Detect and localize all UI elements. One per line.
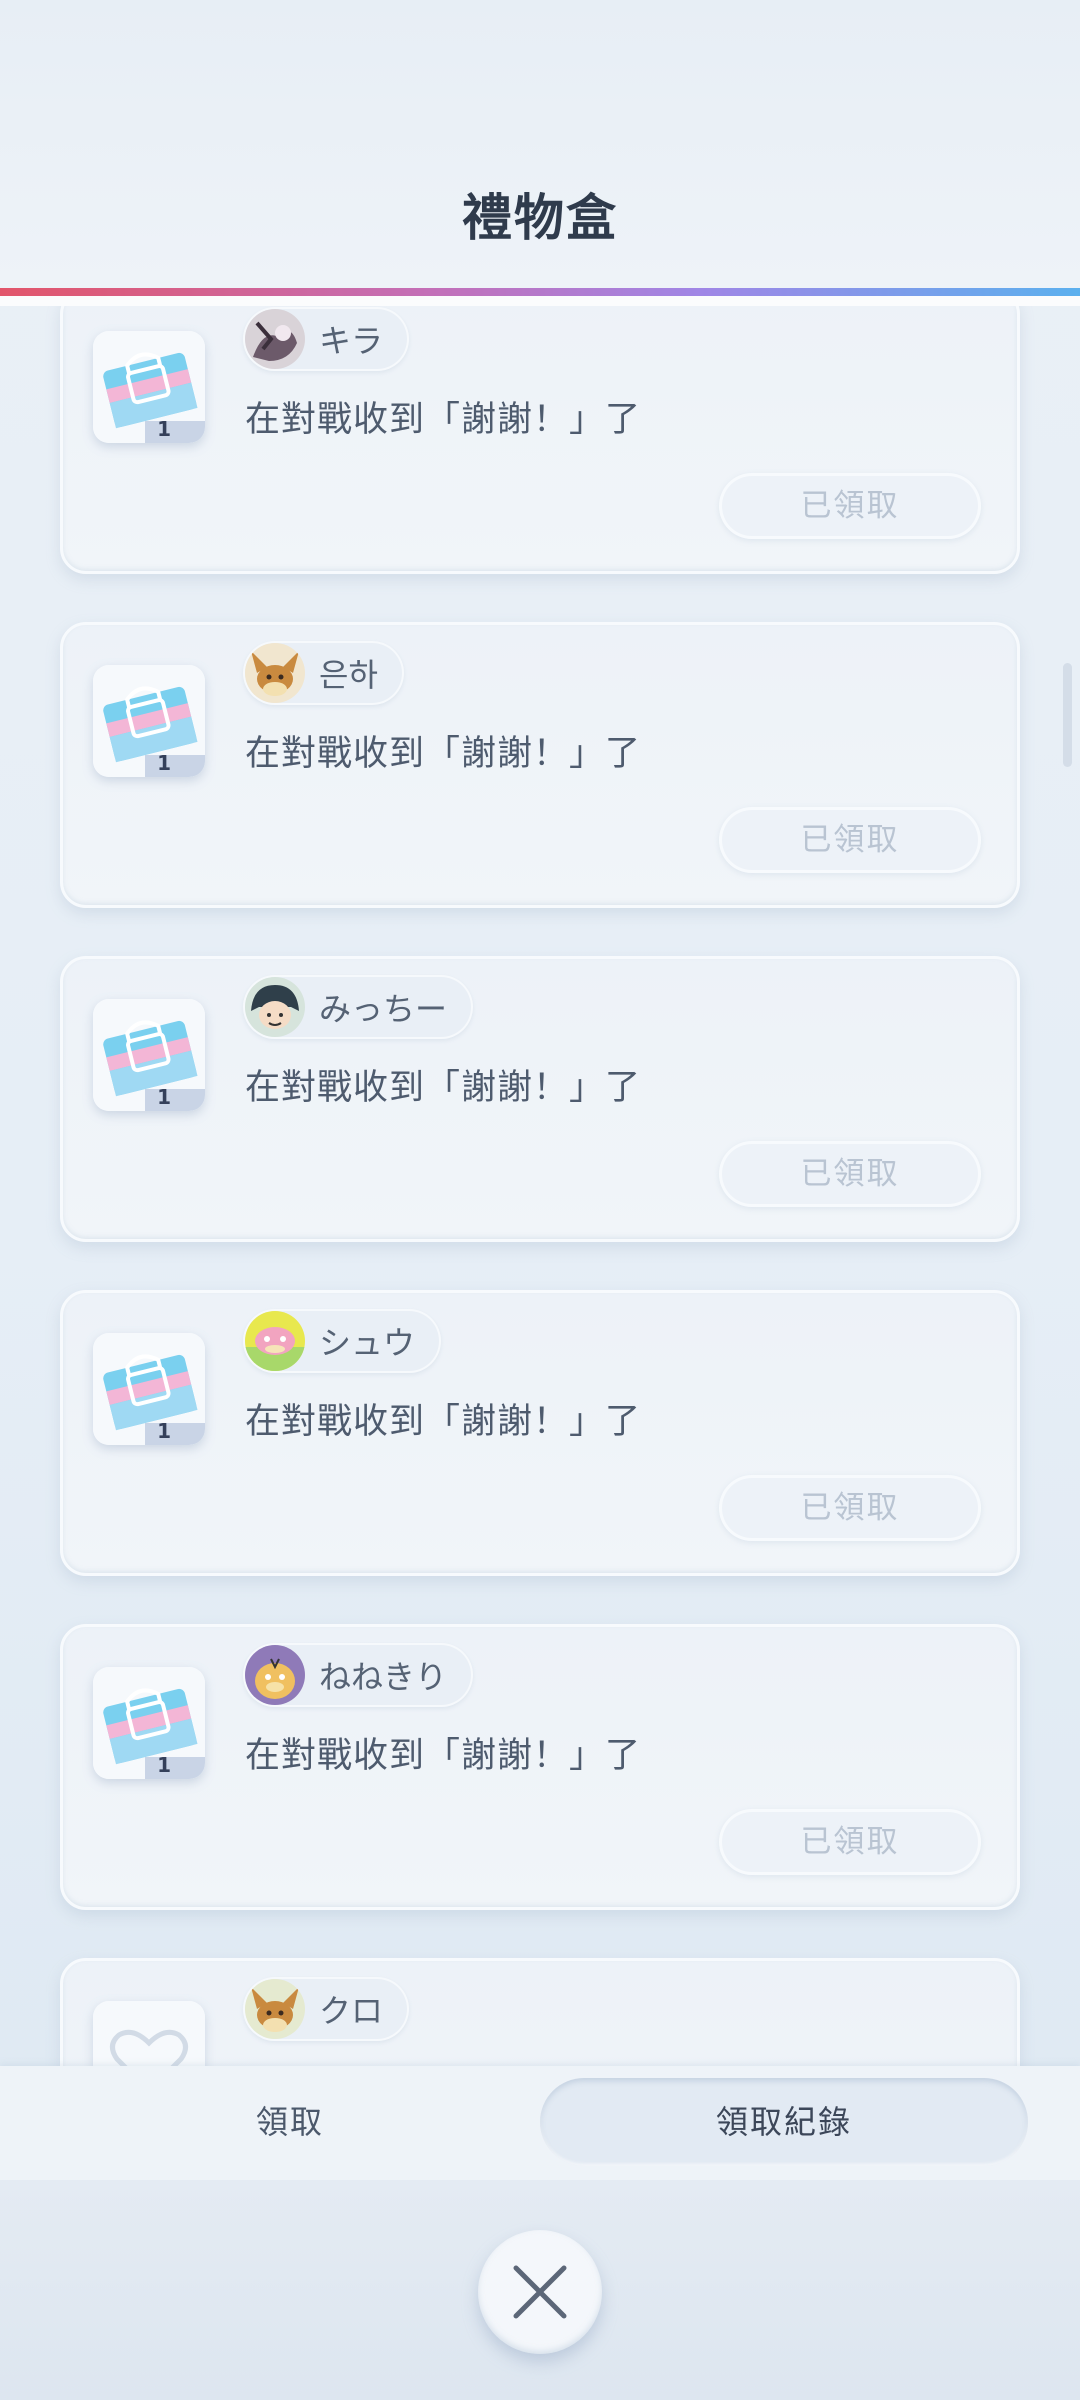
player-name: キラ: [319, 322, 384, 360]
psyduck-avatar-icon: [245, 1645, 305, 1705]
player-name: みっちー: [319, 990, 448, 1028]
player-tag[interactable]: 은하: [243, 641, 404, 705]
gift-card: クロ: [60, 1958, 1020, 2066]
gift-quantity: 1: [157, 417, 171, 441]
trainer-avatar-icon: [245, 977, 305, 1037]
player-tag[interactable]: キラ: [243, 307, 410, 371]
close-button[interactable]: [478, 2230, 602, 2354]
player-name: 은하: [319, 656, 378, 694]
gift-card: 1 シュウ 在對戰收到「謝謝！」了 已領取: [60, 1290, 1020, 1576]
eevee-avatar-icon: [245, 643, 305, 703]
gift-message: 在對戰收到「謝謝！」了: [245, 734, 642, 774]
gift-message: 在對戰收到「謝謝！」了: [245, 1068, 642, 1108]
slowpoke-avatar-icon: [245, 1311, 305, 1371]
gift-quantity: 1: [157, 751, 171, 775]
header-divider: [0, 288, 1080, 296]
eevee-avatar-icon: [245, 1979, 305, 2039]
player-tag[interactable]: ねねきり: [243, 1643, 474, 1707]
gift-quantity: 1: [157, 1085, 171, 1109]
header-divider-highlight: [0, 296, 1080, 306]
player-tag[interactable]: クロ: [243, 1977, 410, 2041]
player-name: ねねきり: [319, 1658, 448, 1696]
kira-avatar-icon: [245, 309, 305, 369]
page-title: 禮物盒: [462, 189, 618, 247]
gift-bag-icon: 1: [93, 999, 205, 1111]
tab-claim[interactable]: 領取: [40, 2078, 540, 2166]
player-name: クロ: [319, 1992, 384, 2030]
bottom-bar: [0, 2180, 1080, 2400]
gift-list[interactable]: 1 キラ 在對戰收到「謝謝！」了 已領取 1 은하 在對戰收到「謝謝！」了 已領…: [0, 306, 1080, 2066]
header: 禮物盒: [0, 0, 1080, 288]
claimed-button[interactable]: 已領取: [719, 1475, 981, 1541]
gift-card: 1 キラ 在對戰收到「謝謝！」了 已領取: [60, 306, 1020, 574]
claimed-button[interactable]: 已領取: [719, 807, 981, 873]
tab-claim-history[interactable]: 領取紀錄: [540, 2078, 1028, 2166]
gift-card: 1 ねねきり 在對戰收到「謝謝！」了 已領取: [60, 1624, 1020, 1910]
gift-message: 在對戰收到「謝謝！」了: [245, 1402, 642, 1442]
scrollbar[interactable]: [1063, 663, 1072, 767]
gift-bag-icon: 1: [93, 1667, 205, 1779]
player-name: シュウ: [319, 1324, 416, 1362]
gift-message: 在對戰收到「謝謝！」了: [245, 1736, 642, 1776]
player-tag[interactable]: みっちー: [243, 975, 474, 1039]
gift-card: 1 みっちー 在對戰收到「謝謝！」了 已領取: [60, 956, 1020, 1242]
gift-bag-icon: 1: [93, 665, 205, 777]
close-icon: [513, 2265, 567, 2319]
claimed-button[interactable]: 已領取: [719, 1141, 981, 1207]
player-tag[interactable]: シュウ: [243, 1309, 442, 1373]
gift-quantity: 1: [157, 1753, 171, 1777]
claimed-button[interactable]: 已領取: [719, 473, 981, 539]
gift-bag-icon: 1: [93, 1333, 205, 1445]
gift-quantity: 1: [157, 1419, 171, 1443]
claimed-button[interactable]: 已領取: [719, 1809, 981, 1875]
gift-bag-icon: 1: [93, 331, 205, 443]
heart-icon: [93, 2001, 205, 2066]
gift-message: 在對戰收到「謝謝！」了: [245, 400, 642, 440]
gift-card: 1 은하 在對戰收到「謝謝！」了 已領取: [60, 622, 1020, 908]
tab-bar: 領取 領取紀錄: [0, 2066, 1080, 2180]
